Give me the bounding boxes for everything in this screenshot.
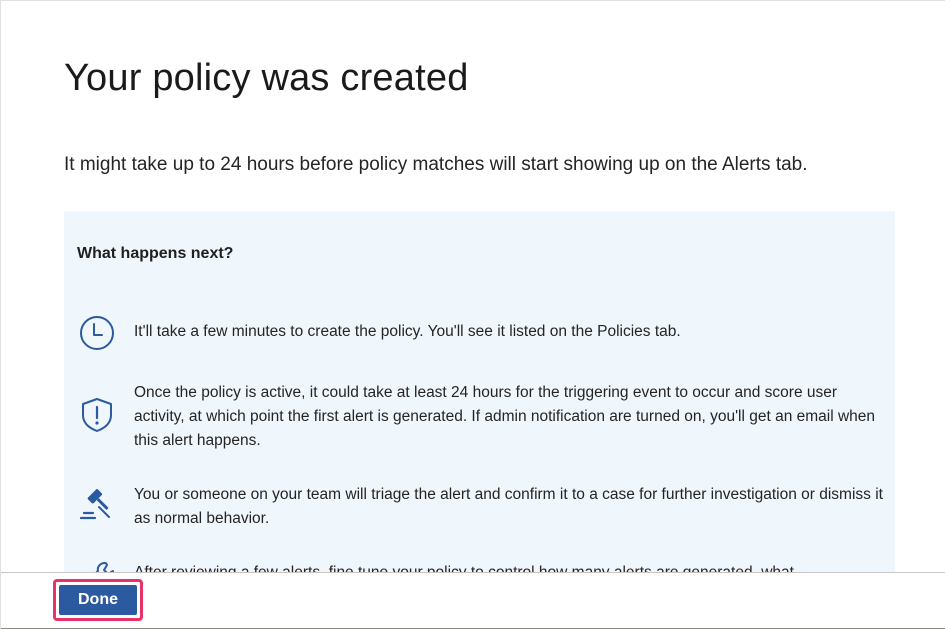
done-button-highlight: Done: [53, 579, 143, 621]
clock-icon: [77, 313, 117, 353]
shield-alert-icon: [77, 395, 117, 435]
page-subtitle: It might take up to 24 hours before poli…: [64, 154, 808, 175]
gavel-icon: [77, 483, 117, 523]
next-step-text: You or someone on your team will triage …: [134, 486, 883, 527]
next-step-text: After reviewing a few alerts, fine tune …: [134, 561, 884, 572]
wrench-icon: [77, 557, 117, 572]
policy-created-window: Your policy was created It might take up…: [0, 0, 945, 629]
page-title: Your policy was created: [64, 57, 469, 99]
next-steps-panel: What happens next? It'll take a few minu…: [64, 211, 895, 572]
next-step-text: Once the policy is active, it could take…: [134, 384, 876, 449]
content-area: Your policy was created It might take up…: [1, 1, 945, 572]
next-steps-heading: What happens next?: [77, 245, 234, 262]
next-step-text: It'll take a few minutes to create the p…: [134, 323, 681, 340]
dialog-footer: Done: [1, 572, 945, 629]
done-button[interactable]: Done: [59, 585, 137, 615]
